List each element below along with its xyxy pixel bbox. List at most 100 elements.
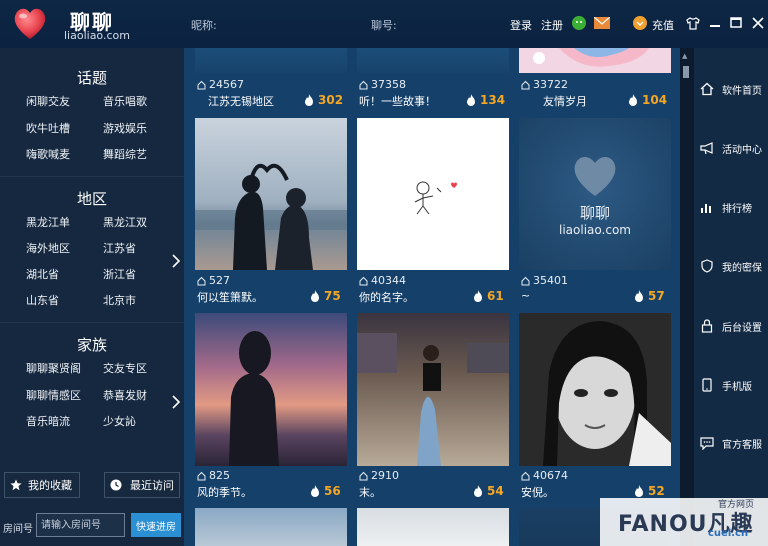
clock-icon [110,479,122,491]
close-icon[interactable] [750,15,766,31]
nav-home[interactable]: 软件首页 [694,74,768,104]
default-logo-title: 聊聊 [579,203,610,222]
scrollbar-thumb[interactable] [683,66,689,78]
room-card[interactable] [357,508,509,546]
nav-security[interactable]: 我的密保 [694,251,768,281]
topic-item[interactable]: 闲聊交友 [26,93,70,109]
fire-icon [629,94,637,106]
region-item[interactable]: 江苏省 [103,240,136,256]
topic-item[interactable]: 游戏娱乐 [103,120,147,136]
quick-enter-button[interactable]: 快速进房 [131,513,181,537]
room-online-count: 40344 [359,274,406,287]
favorites-label: 我的收藏 [28,479,72,492]
room-online-count: 527 [197,274,230,287]
nav-mobile[interactable]: 手机版 [694,370,768,400]
skin-shirt-icon[interactable] [685,15,701,31]
room-thumbnail [357,508,509,546]
wechat-icon[interactable] [571,15,587,31]
favorites-button[interactable]: 我的收藏 [4,472,80,498]
room-heat-score: 104 [628,93,667,107]
fire-icon [635,485,643,497]
mail-icon[interactable] [594,15,610,31]
region-item[interactable]: 湖北省 [26,266,59,282]
heart-logo-icon [14,8,46,39]
family-item[interactable]: 聊聊情感区 [26,387,81,403]
room-online-count: 24567 [197,78,244,91]
home-icon [197,80,206,89]
room-grid: 24567 江苏无锡地区 302 37358 听！一些故事！ 134 33722… [184,48,680,546]
home-icon [699,81,715,97]
room-thumbnail: 聊聊 liaoliao.com [519,118,671,270]
minimize-icon[interactable] [707,15,723,31]
family-item[interactable]: 聊聊聚贤阁 [26,360,81,376]
home-icon [359,276,368,285]
grid-scrollbar[interactable] [680,48,694,546]
fire-icon [474,485,482,497]
divider [0,322,184,323]
region-item[interactable]: 山东省 [26,292,59,308]
room-title: 末。 [359,486,381,499]
fire-icon [311,290,319,302]
home-icon [521,80,530,89]
room-online-count: 825 [197,469,230,482]
nav-activity-center[interactable]: 活动中心 [694,133,768,163]
regions-title: 地区 [76,190,107,208]
topic-item[interactable]: 吹牛吐槽 [26,120,70,136]
room-thumbnail [357,48,509,73]
room-title: 何以笙箫默。 [197,291,263,304]
nav-leaderboard[interactable]: 排行榜 [694,192,768,222]
maximize-icon[interactable] [728,15,744,31]
default-heart-logo-icon [574,156,616,196]
families-chevron-right-icon[interactable] [170,394,182,410]
right-nav [694,48,768,546]
register-link[interactable]: 注册 [541,17,563,33]
login-link[interactable]: 登录 [510,17,532,33]
family-item[interactable]: 少女訫 [103,413,136,429]
room-online-count: 35401 [521,274,568,287]
region-item[interactable]: 北京市 [103,292,136,308]
room-number-input[interactable] [36,513,125,537]
home-icon [197,276,206,285]
topic-item[interactable]: 嗨歌喊麦 [26,146,70,162]
room-online-count: 40674 [521,469,568,482]
region-item[interactable]: 黑龙江单 [26,214,70,230]
regions-chevron-right-icon[interactable] [170,253,182,269]
recharge-link[interactable]: 充值 [652,17,674,33]
room-online-count: 37358 [359,78,406,91]
default-logo-url: liaoliao.com [559,222,631,237]
family-item[interactable]: 音乐暗流 [26,413,70,429]
region-item[interactable]: 海外地区 [26,240,70,256]
room-card[interactable] [195,508,347,546]
room-heat-score: 134 [466,93,505,107]
recent-button[interactable]: 最近访问 [104,472,180,498]
family-item[interactable]: 交友专区 [103,360,147,376]
mobile-phone-icon [699,377,715,393]
id-label: 聊号: [371,19,397,32]
room-title: 友情岁月 [543,95,587,108]
region-item[interactable]: 黑龙江双 [103,214,147,230]
divider [0,176,184,177]
room-thumbnail [519,313,671,466]
topic-item[interactable]: 舞蹈综艺 [103,146,147,162]
scroll-up-arrow-icon[interactable]: ▲ [682,52,687,60]
nav-customer-service[interactable]: 官方客服 [694,428,768,458]
shield-icon [699,258,715,274]
room-title: 听！一些故事！ [359,95,436,108]
region-item[interactable]: 浙江省 [103,266,136,282]
room-title: 江苏无锡地区 [208,95,274,108]
room-heat-score: 75 [310,289,341,303]
title-bar: 聊聊 liaoliao.com 昵称: 聊号: 登录 注册 充值 [0,0,768,48]
fire-icon [311,485,319,497]
room-thumbnail [195,508,347,546]
recent-label: 最近访问 [130,479,174,492]
home-icon [521,471,530,480]
home-icon [359,80,368,89]
room-title: 风的季节。 [197,486,252,499]
family-item[interactable]: 恭喜发财 [103,387,147,403]
app-url: liaoliao.com [64,29,130,42]
nav-settings[interactable]: 后台设置 [694,311,768,341]
room-thumbnail [195,48,347,73]
topic-item[interactable]: 音乐唱歌 [103,93,147,109]
watermark-subtext: cuel.cn [708,528,749,539]
room-heat-score: 52 [634,484,665,498]
